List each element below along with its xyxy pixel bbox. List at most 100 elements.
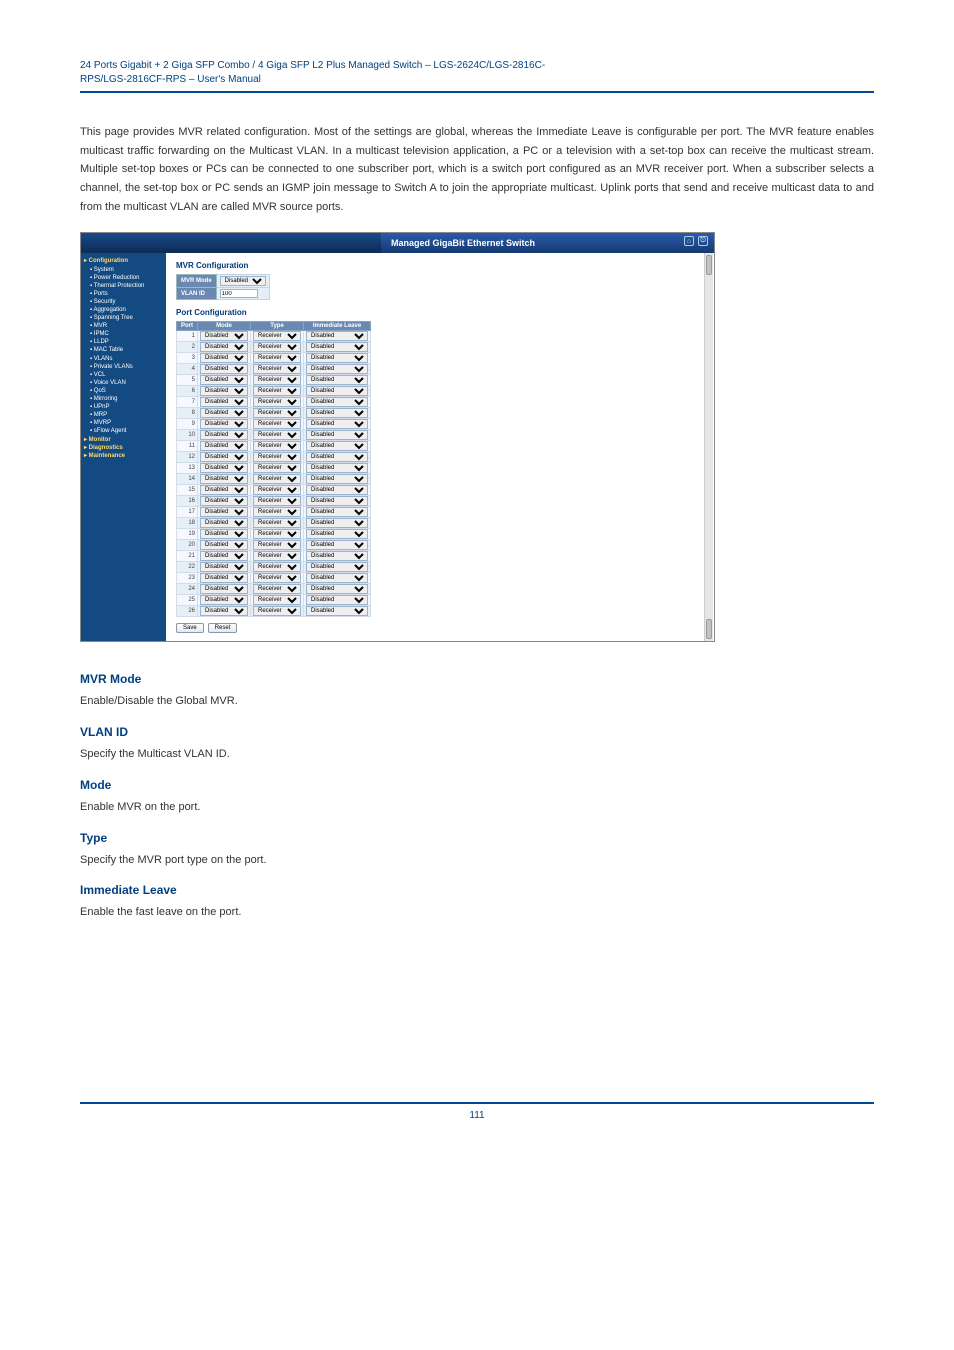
- type-select[interactable]: Receiver: [253, 441, 301, 451]
- immediate-leave-select[interactable]: Disabled: [306, 518, 368, 528]
- immediate-leave-select[interactable]: Disabled: [306, 430, 368, 440]
- mode-select[interactable]: Disabled: [200, 386, 248, 396]
- mode-select[interactable]: Disabled: [200, 540, 248, 550]
- nav-item-mvr[interactable]: ▪ MVR: [84, 322, 163, 330]
- mode-select[interactable]: Disabled: [200, 606, 248, 616]
- mode-select[interactable]: Disabled: [200, 452, 248, 462]
- save-button[interactable]: Save: [176, 623, 204, 633]
- vlan-id-input[interactable]: [220, 289, 258, 298]
- type-select[interactable]: Receiver: [253, 485, 301, 495]
- immediate-leave-select[interactable]: Disabled: [306, 353, 368, 363]
- nav-item-mac-table[interactable]: ▪ MAC Table: [84, 346, 163, 354]
- nav-item-security[interactable]: ▪ Security: [84, 298, 163, 306]
- immediate-leave-select[interactable]: Disabled: [306, 452, 368, 462]
- nav-group-configuration[interactable]: ▸ Configuration: [84, 257, 163, 265]
- immediate-leave-select[interactable]: Disabled: [306, 496, 368, 506]
- reset-button[interactable]: Reset: [208, 623, 238, 633]
- immediate-leave-select[interactable]: Disabled: [306, 463, 368, 473]
- mode-select[interactable]: Disabled: [200, 474, 248, 484]
- immediate-leave-select[interactable]: Disabled: [306, 529, 368, 539]
- nav-item-voice-vlan[interactable]: ▪ Voice VLAN: [84, 379, 163, 387]
- mode-select[interactable]: Disabled: [200, 573, 248, 583]
- mode-select[interactable]: Disabled: [200, 441, 248, 451]
- nav-group-diagnostics[interactable]: ▸ Diagnostics: [84, 444, 163, 452]
- type-select[interactable]: Receiver: [253, 386, 301, 396]
- immediate-leave-select[interactable]: Disabled: [306, 584, 368, 594]
- content-scrollbar[interactable]: [704, 253, 713, 641]
- nav-item-ports[interactable]: ▪ Ports: [84, 290, 163, 298]
- home-icon[interactable]: ⌂: [684, 236, 694, 246]
- type-select[interactable]: Receiver: [253, 463, 301, 473]
- mode-select[interactable]: Disabled: [200, 518, 248, 528]
- type-select[interactable]: Receiver: [253, 573, 301, 583]
- type-select[interactable]: Receiver: [253, 353, 301, 363]
- type-select[interactable]: Receiver: [253, 595, 301, 605]
- nav-item-aggregation[interactable]: ▪ Aggregation: [84, 306, 163, 314]
- immediate-leave-select[interactable]: Disabled: [306, 507, 368, 517]
- type-select[interactable]: Receiver: [253, 342, 301, 352]
- mode-select[interactable]: Disabled: [200, 397, 248, 407]
- nav-group-maintenance[interactable]: ▸ Maintenance: [84, 452, 163, 460]
- mode-select[interactable]: Disabled: [200, 408, 248, 418]
- nav-group-monitor[interactable]: ▸ Monitor: [84, 436, 163, 444]
- immediate-leave-select[interactable]: Disabled: [306, 595, 368, 605]
- mode-select[interactable]: Disabled: [200, 375, 248, 385]
- mode-select[interactable]: Disabled: [200, 353, 248, 363]
- nav-item-qos[interactable]: ▪ QoS: [84, 387, 163, 395]
- mode-select[interactable]: Disabled: [200, 430, 248, 440]
- immediate-leave-select[interactable]: Disabled: [306, 573, 368, 583]
- type-select[interactable]: Receiver: [253, 518, 301, 528]
- nav-item-vcl[interactable]: ▪ VCL: [84, 371, 163, 379]
- type-select[interactable]: Receiver: [253, 562, 301, 572]
- type-select[interactable]: Receiver: [253, 331, 301, 341]
- immediate-leave-select[interactable]: Disabled: [306, 419, 368, 429]
- immediate-leave-select[interactable]: Disabled: [306, 364, 368, 374]
- mode-select[interactable]: Disabled: [200, 331, 248, 341]
- immediate-leave-select[interactable]: Disabled: [306, 474, 368, 484]
- mode-select[interactable]: Disabled: [200, 496, 248, 506]
- immediate-leave-select[interactable]: Disabled: [306, 540, 368, 550]
- immediate-leave-select[interactable]: Disabled: [306, 485, 368, 495]
- nav-item-lldp[interactable]: ▪ LLDP: [84, 338, 163, 346]
- type-select[interactable]: Receiver: [253, 529, 301, 539]
- mode-select[interactable]: Disabled: [200, 342, 248, 352]
- type-select[interactable]: Receiver: [253, 452, 301, 462]
- nav-item-private-vlans[interactable]: ▪ Private VLANs: [84, 363, 163, 371]
- type-select[interactable]: Receiver: [253, 430, 301, 440]
- type-select[interactable]: Receiver: [253, 364, 301, 374]
- nav-item-vlans[interactable]: ▪ VLANs: [84, 355, 163, 363]
- immediate-leave-select[interactable]: Disabled: [306, 386, 368, 396]
- immediate-leave-select[interactable]: Disabled: [306, 342, 368, 352]
- mode-select[interactable]: Disabled: [200, 562, 248, 572]
- nav-item-mirroring[interactable]: ▪ Mirroring: [84, 395, 163, 403]
- logout-icon[interactable]: ⎋: [698, 236, 708, 246]
- type-select[interactable]: Receiver: [253, 397, 301, 407]
- mode-select[interactable]: Disabled: [200, 584, 248, 594]
- mode-select[interactable]: Disabled: [200, 485, 248, 495]
- nav-item-upnp[interactable]: ▪ UPnP: [84, 403, 163, 411]
- type-select[interactable]: Receiver: [253, 551, 301, 561]
- type-select[interactable]: Receiver: [253, 496, 301, 506]
- type-select[interactable]: Receiver: [253, 419, 301, 429]
- nav-item-system[interactable]: ▪ System: [84, 266, 163, 274]
- nav-item-power-reduction[interactable]: ▪ Power Reduction: [84, 274, 163, 282]
- mvr-mode-select[interactable]: Disabled: [220, 276, 266, 286]
- mode-select[interactable]: Disabled: [200, 529, 248, 539]
- immediate-leave-select[interactable]: Disabled: [306, 562, 368, 572]
- mode-select[interactable]: Disabled: [200, 419, 248, 429]
- nav-item-spanning-tree[interactable]: ▪ Spanning Tree: [84, 314, 163, 322]
- nav-item-thermal-protection[interactable]: ▪ Thermal Protection: [84, 282, 163, 290]
- mode-select[interactable]: Disabled: [200, 507, 248, 517]
- immediate-leave-select[interactable]: Disabled: [306, 408, 368, 418]
- type-select[interactable]: Receiver: [253, 584, 301, 594]
- type-select[interactable]: Receiver: [253, 540, 301, 550]
- immediate-leave-select[interactable]: Disabled: [306, 551, 368, 561]
- nav-item-mvrp[interactable]: ▪ MVRP: [84, 419, 163, 427]
- type-select[interactable]: Receiver: [253, 408, 301, 418]
- immediate-leave-select[interactable]: Disabled: [306, 331, 368, 341]
- nav-item-sflow-agent[interactable]: ▪ sFlow Agent: [84, 427, 163, 435]
- immediate-leave-select[interactable]: Disabled: [306, 441, 368, 451]
- immediate-leave-select[interactable]: Disabled: [306, 606, 368, 616]
- type-select[interactable]: Receiver: [253, 474, 301, 484]
- mode-select[interactable]: Disabled: [200, 463, 248, 473]
